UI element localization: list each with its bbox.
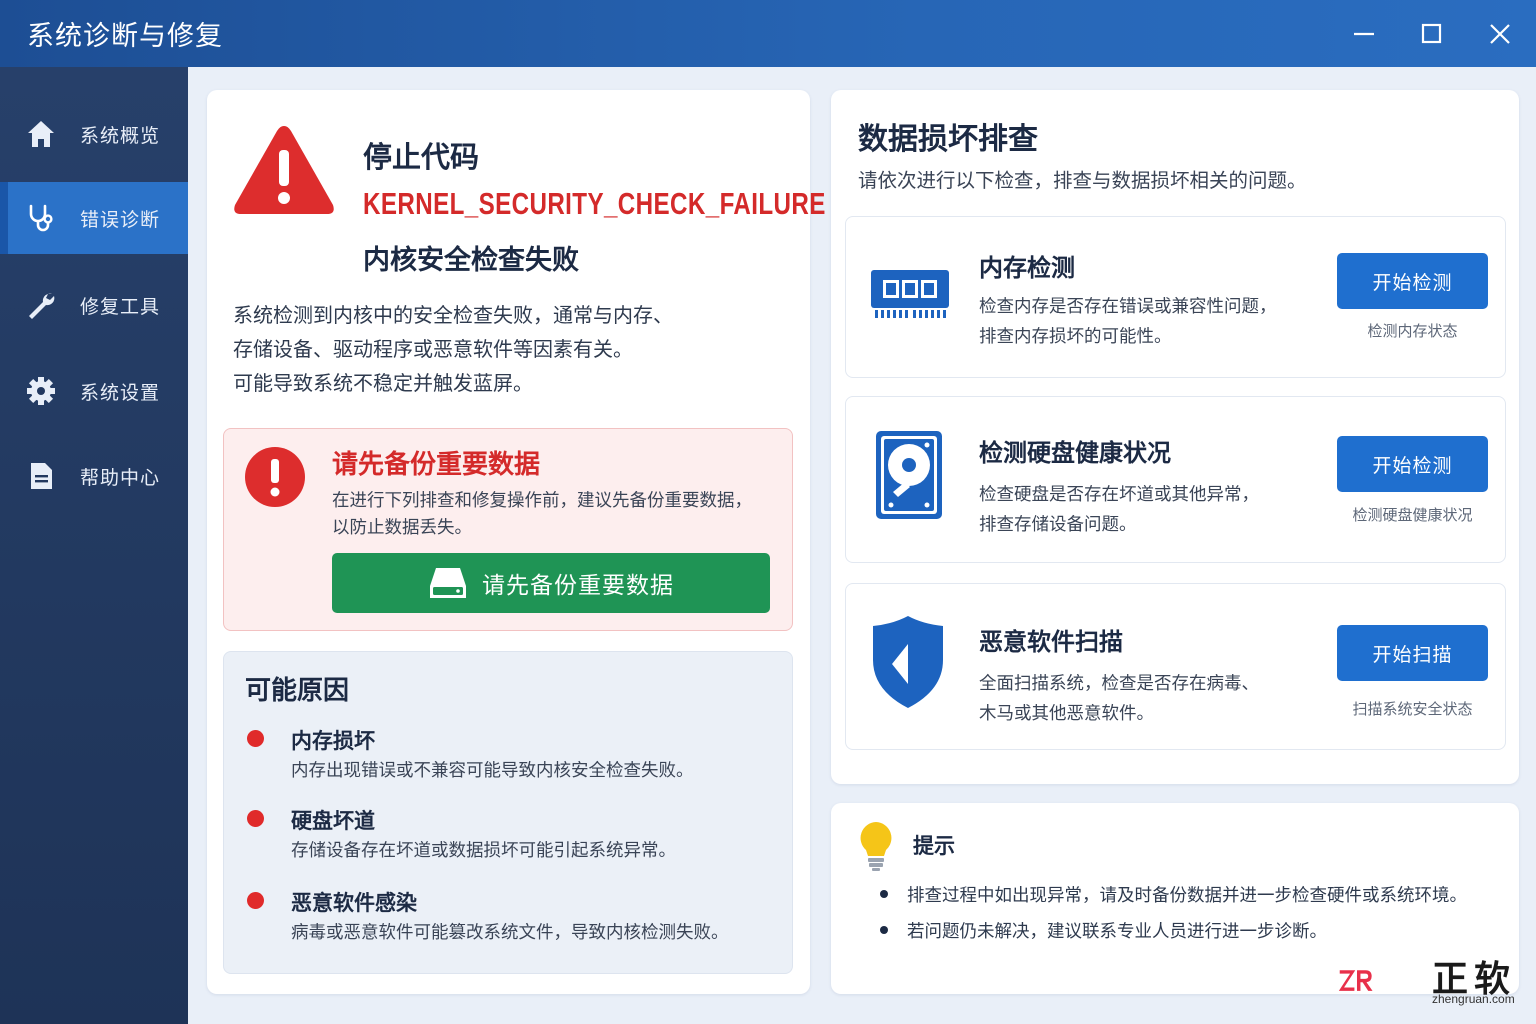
alert-icon — [245, 447, 305, 507]
sidebar-item-label: 错误诊断 — [80, 208, 161, 231]
disk-check-text: 检查硬盘是否存在坏道或其他异常， 排查存储设备问题。 — [979, 485, 1259, 535]
backup-data-button[interactable]: 请先备份重要数据 — [332, 553, 770, 613]
watermark-url: zhengruan.com — [1432, 992, 1515, 1006]
maximize-icon — [1421, 23, 1442, 44]
sidebar-item-overview[interactable]: 系统概览 — [0, 98, 188, 170]
title-bar: 系统诊断与修复 — [0, 0, 1536, 67]
backup-warning-text: 在进行下列排查和修复操作前，建议先备份重要数据， 以防止数据丢失。 — [332, 491, 752, 538]
data-corruption-title: 数据损坏排查 — [858, 122, 1038, 157]
stop-code: KERNEL_SECURITY_CHECK_FAILURE — [363, 186, 826, 221]
cause-text: 病毒或恶意软件可能篡改系统文件，导致内核检测失败。 — [291, 923, 729, 943]
start-malware-scan-button[interactable]: 开始扫描 — [1337, 625, 1488, 681]
harddisk-icon — [876, 431, 942, 519]
minimize-icon — [1354, 32, 1374, 36]
app-title: 系统诊断与修复 — [27, 21, 223, 52]
data-corruption-subtitle: 请依次进行以下检查，排查与数据损坏相关的问题。 — [858, 169, 1307, 192]
tip-text: 排查过程中如出现异常，请及时备份数据并进一步检查硬件或系统环境。 — [907, 886, 1467, 906]
wrench-icon — [24, 288, 58, 322]
backup-button-label: 请先备份重要数据 — [482, 573, 674, 599]
cause-title: 内存损坏 — [291, 729, 375, 753]
memory-icon — [871, 270, 949, 318]
home-icon — [24, 117, 58, 151]
tip-text: 若问题仍未解决，建议联系专业人员进行进一步诊断。 — [907, 922, 1327, 942]
gear-icon — [24, 374, 58, 408]
stop-code-description: 内核安全检查失败 — [363, 245, 579, 276]
drive-icon — [430, 568, 466, 598]
malware-scan-caption: 扫描系统安全状态 — [1352, 700, 1473, 718]
disk-check-caption: 检测硬盘健康状况 — [1352, 506, 1473, 524]
memory-check-caption: 检测内存状态 — [1367, 322, 1458, 340]
warning-triangle-icon — [234, 126, 334, 214]
shield-icon — [873, 616, 943, 708]
lightbulb-icon — [860, 822, 892, 871]
error-description: 系统检测到内核中的安全检查失败，通常与内存、 存储设备、驱动程序或恶意软件等因素… — [233, 303, 673, 395]
zhengruan-logo — [1338, 970, 1373, 991]
memory-check-title: 内存检测 — [979, 254, 1075, 282]
sidebar-item-diagnosis[interactable]: 错误诊断 — [0, 182, 188, 254]
stop-code-label: 停止代码 — [363, 140, 480, 174]
start-disk-check-button[interactable]: 开始检测 — [1337, 436, 1488, 492]
cause-bullet — [247, 810, 264, 827]
maximize-button[interactable] — [1410, 12, 1454, 56]
cause-title: 恶意软件感染 — [291, 891, 417, 915]
backup-warning-title: 请先备份重要数据 — [332, 450, 541, 480]
tip-bullet — [880, 926, 888, 934]
close-icon — [1490, 24, 1510, 44]
cause-bullet — [247, 730, 264, 747]
minimize-button[interactable] — [1342, 12, 1386, 56]
sidebar-item-label: 系统概览 — [80, 124, 161, 147]
sidebar-item-label: 修复工具 — [80, 295, 161, 318]
cause-title: 硬盘坏道 — [291, 809, 375, 833]
malware-scan-text: 全面扫描系统，检查是否存在病毒、 木马或其他恶意软件。 — [979, 674, 1259, 724]
memory-check-text: 检查内存是否存在错误或兼容性问题， 排查内存损坏的可能性。 — [979, 297, 1277, 347]
sidebar-item-label: 帮助中心 — [80, 466, 161, 489]
sidebar-item-help[interactable]: 帮助中心 — [0, 440, 188, 512]
document-icon — [24, 459, 58, 493]
disk-check-title: 检测硬盘健康状况 — [979, 439, 1171, 467]
cause-text: 内存出现错误或不兼容可能导致内核安全检查失败。 — [291, 761, 694, 781]
tip-bullet — [880, 890, 888, 898]
start-memory-check-button[interactable]: 开始检测 — [1337, 253, 1488, 309]
malware-scan-title: 恶意软件扫描 — [979, 628, 1123, 656]
tips-title: 提示 — [913, 834, 955, 858]
cause-bullet — [247, 892, 264, 909]
sidebar: 系统概览 错误诊断 修复工具 系统设置 帮助中心 — [0, 67, 188, 1024]
possible-causes-title: 可能原因 — [245, 676, 350, 706]
cause-text: 存储设备存在坏道或数据损坏可能引起系统异常。 — [291, 841, 676, 861]
sidebar-item-settings[interactable]: 系统设置 — [0, 355, 188, 427]
stethoscope-icon — [24, 201, 58, 235]
close-button[interactable] — [1478, 12, 1522, 56]
sidebar-item-repair-tools[interactable]: 修复工具 — [0, 269, 188, 341]
sidebar-item-label: 系统设置 — [80, 381, 161, 404]
